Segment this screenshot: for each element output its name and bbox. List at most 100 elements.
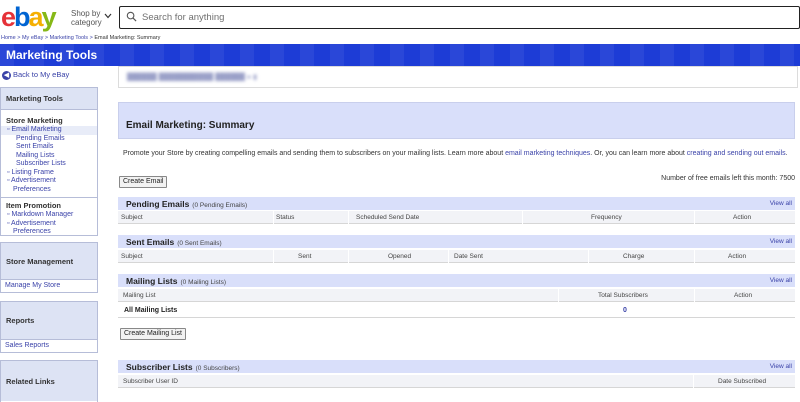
description-text: . bbox=[785, 150, 788, 157]
section-store-marketing: Store Marketing bbox=[6, 116, 63, 125]
free-emails-counter: Number of free emails left this month: 7… bbox=[661, 175, 795, 182]
column-header[interactable]: Frequency bbox=[591, 214, 622, 221]
page-title: Email Marketing: Summary bbox=[126, 120, 255, 131]
sidebar-item-advertisement-preferences[interactable]: ▫ Advertisement bbox=[1, 177, 97, 186]
creating-sending-emails-link[interactable]: creating and sending out emails bbox=[687, 150, 786, 157]
panel-title: Store Management bbox=[1, 243, 97, 280]
section-title: Mailing Lists bbox=[126, 276, 178, 286]
subscriber-view-all-link[interactable]: View all bbox=[770, 363, 792, 370]
shop-by-category-button[interactable]: Shop by category bbox=[71, 9, 102, 27]
column-header[interactable]: Sent bbox=[298, 253, 311, 260]
column-header[interactable]: Total Subscribers bbox=[598, 292, 648, 299]
reports-panel: Reports Sales Reports bbox=[0, 301, 98, 353]
section-count: (0 Mailing Lists) bbox=[180, 279, 226, 286]
column-header[interactable]: Mailing List bbox=[123, 292, 156, 299]
title-band: Marketing Tools bbox=[0, 44, 800, 66]
sidebar-item-label: Markdown Manager bbox=[11, 211, 74, 218]
column-header[interactable]: Scheduled Send Date bbox=[356, 214, 419, 221]
logo-letter-a: a bbox=[28, 2, 44, 32]
greeting-text-redacted: ██████ ███████████ ██████ ● ▮ bbox=[127, 74, 257, 81]
pending-emails-header: Pending Emails (0 Pending Emails) View al… bbox=[118, 197, 795, 210]
search-icon bbox=[126, 11, 137, 22]
mailing-list-total-link[interactable]: 0 bbox=[623, 307, 627, 314]
sidebar-item-preferences-2[interactable]: Preferences bbox=[1, 228, 97, 237]
sidebar-item-email-marketing[interactable]: ▫ Email Marketing bbox=[1, 126, 97, 135]
sidebar-item-sent-emails[interactable]: Sent Emails bbox=[1, 143, 97, 152]
marketing-tools-panel: Marketing Tools Store Marketing ▫ Email … bbox=[0, 87, 98, 236]
sidebar-item-subscriber-lists[interactable]: Subscriber Lists bbox=[1, 160, 97, 169]
subscriber-lists-header: Subscriber Lists (0 Subscribers) View all bbox=[118, 360, 795, 373]
column-header[interactable]: Date Sent bbox=[454, 253, 483, 260]
breadcrumb-my-ebay[interactable]: My eBay bbox=[22, 35, 43, 41]
sidebar-item-markdown-manager[interactable]: ▫ Markdown Manager bbox=[1, 211, 97, 220]
breadcrumb-current: Email Marketing: Summary bbox=[94, 35, 161, 41]
search-box[interactable] bbox=[119, 6, 800, 29]
logo-letter-y: y bbox=[41, 2, 57, 32]
description-text: Promote your Store by creating compellin… bbox=[123, 150, 506, 157]
back-to-my-ebay-link[interactable]: ◀ Back to My eBay bbox=[2, 70, 69, 80]
description-text: . Or, you can learn more about bbox=[590, 150, 687, 157]
column-header[interactable]: Date Subscribed bbox=[718, 378, 766, 385]
mailing-columns: Mailing List Total Subscribers Action bbox=[118, 289, 795, 302]
sidebar-item-listing-frame[interactable]: ▫ Listing Frame bbox=[1, 169, 97, 178]
mailing-view-all-link[interactable]: View all bbox=[770, 277, 792, 284]
chevron-down-icon[interactable] bbox=[104, 12, 112, 21]
column-header[interactable]: Subject bbox=[121, 214, 143, 221]
column-header[interactable]: Subscriber User ID bbox=[123, 378, 178, 385]
column-header[interactable]: Status bbox=[276, 214, 294, 221]
pending-view-all-link[interactable]: View all bbox=[770, 200, 792, 207]
back-arrow-icon: ◀ bbox=[2, 71, 11, 80]
panel-title: Reports bbox=[1, 302, 97, 340]
column-header[interactable]: Action bbox=[734, 292, 752, 299]
breadcrumb-home[interactable]: Home bbox=[1, 35, 16, 41]
panel-title: Marketing Tools bbox=[1, 88, 97, 110]
column-header[interactable]: Action bbox=[728, 253, 746, 260]
create-mailing-list-button[interactable]: Create Mailing List bbox=[120, 328, 186, 340]
top-header: ebay Shop by category bbox=[0, 0, 800, 34]
panel-title: Related Links bbox=[1, 361, 97, 401]
breadcrumb: Home > My eBay > Marketing Tools > Email… bbox=[1, 35, 160, 41]
column-header[interactable]: Subject bbox=[121, 253, 143, 260]
sidebar-item-preferences[interactable]: Preferences bbox=[1, 186, 97, 195]
section-item-promotion: Item Promotion bbox=[6, 201, 62, 210]
sent-columns: Subject Sent Opened Date Sent Charge Act… bbox=[118, 250, 795, 263]
column-header[interactable]: Charge bbox=[623, 253, 644, 260]
back-label: Back to My eBay bbox=[13, 70, 70, 79]
mailing-lists-header: Mailing Lists (0 Mailing Lists) View all bbox=[118, 274, 795, 287]
section-title: Sent Emails bbox=[126, 237, 175, 247]
section-title: Pending Emails bbox=[126, 199, 190, 209]
greeting-bar: ██████ ███████████ ██████ ● ▮ bbox=[118, 66, 798, 88]
sidebar-item-mailing-lists[interactable]: Mailing Lists bbox=[1, 152, 97, 161]
create-email-button[interactable]: Create Email bbox=[119, 176, 168, 188]
free-emails-count: 7500 bbox=[779, 175, 795, 182]
logo-letter-e: e bbox=[1, 2, 16, 32]
category-label: category bbox=[71, 18, 102, 27]
table-row[interactable]: All Mailing Lists 0 bbox=[118, 303, 795, 318]
sidebar-item-label: Advertisement bbox=[11, 219, 56, 227]
free-emails-label: Number of free emails left this month: bbox=[661, 175, 778, 182]
email-marketing-techniques-link[interactable]: email marketing techniques bbox=[505, 150, 590, 157]
subscriber-columns: Subscriber User ID Date Subscribed bbox=[118, 375, 795, 388]
ebay-logo[interactable]: ebay bbox=[1, 2, 57, 32]
sent-view-all-link[interactable]: View all bbox=[770, 238, 792, 245]
section-count: (0 Sent Emails) bbox=[177, 240, 222, 247]
section-title: Subscriber Lists bbox=[126, 362, 193, 372]
sidebar-item-pending-emails[interactable]: Pending Emails bbox=[1, 135, 97, 144]
sidebar-item-label: Advertisement bbox=[11, 177, 56, 184]
page-header: Email Marketing: Summary bbox=[118, 102, 795, 139]
pending-columns: Subject Status Scheduled Send Date Frequ… bbox=[118, 211, 795, 224]
breadcrumb-marketing-tools[interactable]: Marketing Tools bbox=[50, 35, 88, 41]
mailing-list-name: All Mailing Lists bbox=[124, 307, 178, 314]
manage-my-store-link[interactable]: Manage My Store bbox=[1, 280, 97, 291]
related-links-panel: Related Links bbox=[0, 360, 98, 402]
section-count: (0 Pending Emails) bbox=[192, 202, 248, 209]
logo-letter-b: b bbox=[14, 2, 30, 32]
page-description: Promote your Store by creating compellin… bbox=[123, 149, 793, 158]
column-header[interactable]: Opened bbox=[388, 253, 411, 260]
sidebar-item-advertisement-preferences-2[interactable]: ▫ Advertisement bbox=[1, 220, 97, 229]
search-input[interactable] bbox=[142, 10, 782, 25]
sales-reports-link[interactable]: Sales Reports bbox=[1, 340, 97, 351]
shop-by-label: Shop by bbox=[71, 9, 101, 18]
band-title: Marketing Tools bbox=[6, 48, 98, 62]
column-header[interactable]: Action bbox=[733, 214, 751, 221]
